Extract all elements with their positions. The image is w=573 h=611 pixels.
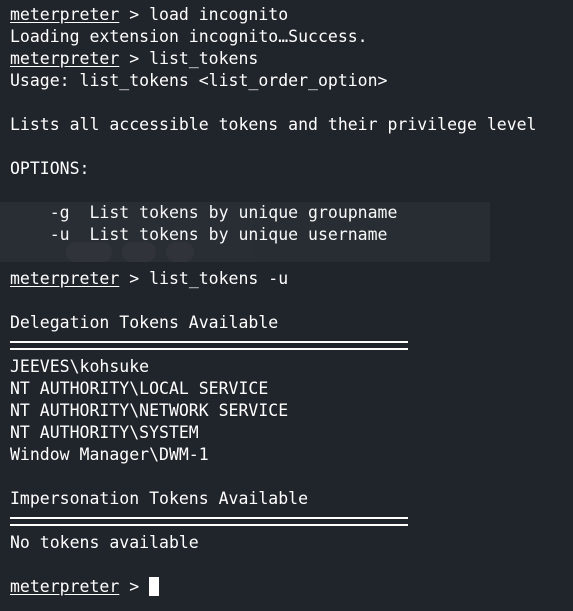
terminal-input-line[interactable]: meterpreter >	[10, 576, 573, 598]
double-rule-divider	[10, 517, 408, 526]
command-text: > list_tokens	[119, 49, 259, 68]
terminal-window[interactable]: meterpreter > load incognito Loading ext…	[0, 0, 573, 611]
prompt-symbol: >	[119, 577, 150, 596]
section-heading: Delegation Tokens Available	[10, 313, 279, 332]
meterpreter-prompt: meterpreter	[10, 577, 120, 596]
output-line: -g List tokens by unique groupname	[10, 203, 398, 222]
token-entry: NT AUTHORITY\NETWORK SERVICE	[10, 401, 289, 420]
section-heading: Impersonation Tokens Available	[10, 489, 309, 508]
output-line: Loading extension incognito…Success.	[10, 27, 368, 46]
command-text: > list_tokens -u	[119, 269, 289, 288]
meterpreter-prompt: meterpreter	[10, 269, 120, 288]
terminal-line: meterpreter > list_tokens	[10, 48, 573, 70]
separator-line	[10, 334, 573, 356]
meterpreter-prompt: meterpreter	[10, 49, 120, 68]
token-entry: NT AUTHORITY\LOCAL SERVICE	[10, 379, 269, 398]
text-cursor[interactable]	[149, 577, 160, 596]
output-line: -u List tokens by unique username	[10, 225, 388, 244]
output-line: No tokens available	[10, 533, 199, 552]
output-line: OPTIONS:	[10, 159, 90, 178]
token-entry: JEEVES\kohsuke	[10, 357, 150, 376]
token-entry: Window Manager\DWM-1	[10, 445, 209, 464]
output-line: Lists all accessible tokens and their pr…	[10, 115, 537, 134]
separator-line	[10, 510, 573, 532]
output-line: Usage: list_tokens <list_order_option>	[10, 71, 388, 90]
double-rule-divider	[10, 341, 408, 350]
meterpreter-prompt: meterpreter	[10, 5, 120, 24]
terminal-line: meterpreter > list_tokens -u	[10, 268, 573, 290]
command-text: > load incognito	[119, 5, 289, 24]
terminal-line: meterpreter > load incognito	[10, 4, 573, 26]
token-entry: NT AUTHORITY\SYSTEM	[10, 423, 199, 442]
